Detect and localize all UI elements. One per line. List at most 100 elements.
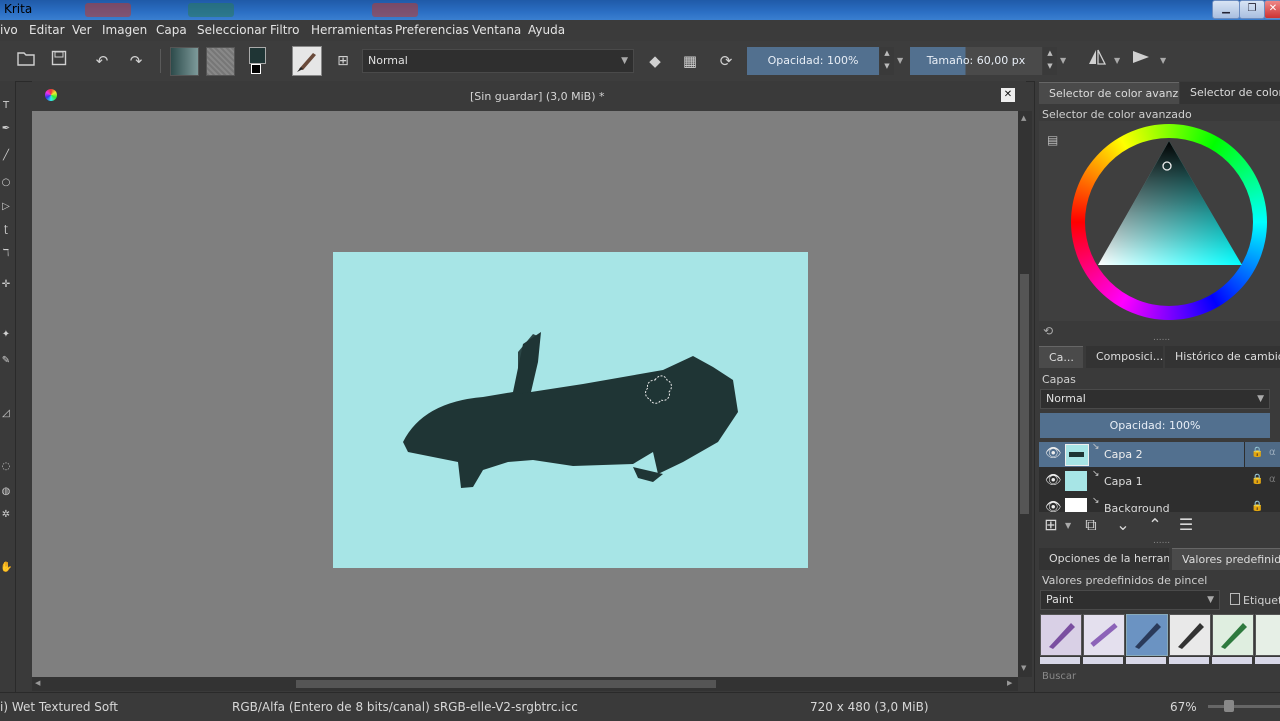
- layer-row[interactable]: 👁 ↘ Capa 2: [1039, 442, 1244, 467]
- reset-colors-icon[interactable]: [251, 64, 261, 74]
- text-tool-icon[interactable]: T: [0, 98, 12, 114]
- ellipse-select-icon[interactable]: ◌: [0, 459, 12, 475]
- menu-imagen[interactable]: Imagen: [102, 23, 147, 37]
- eye-icon[interactable]: 👁: [1045, 473, 1062, 488]
- alpha-icon[interactable]: α: [1269, 447, 1276, 458]
- menu-editar[interactable]: Editar: [29, 23, 65, 37]
- scroll-right-icon[interactable]: ▶: [1007, 679, 1012, 687]
- saturation-value-triangle[interactable]: [1097, 139, 1245, 267]
- size-slider[interactable]: Tamaño: 60,00 px: [910, 47, 1042, 75]
- tab-advanced-color-selector[interactable]: Selector de color avanz...: [1039, 82, 1179, 104]
- vertical-scrollbar[interactable]: ▲ ▼: [1018, 111, 1032, 677]
- layer-row[interactable]: 👁 ↘ Capa 1 🔒 α: [1039, 469, 1279, 494]
- scrollbar-thumb[interactable]: [296, 680, 716, 688]
- menu-ver[interactable]: Ver: [72, 23, 92, 37]
- zoom-slider[interactable]: [1208, 700, 1280, 712]
- magic-select-icon[interactable]: ✲: [0, 507, 12, 523]
- eye-icon[interactable]: 👁: [1045, 500, 1062, 512]
- move-tool-icon[interactable]: ✛: [0, 277, 12, 293]
- menu-ventana[interactable]: Ventana: [472, 23, 521, 37]
- open-folder-icon[interactable]: [13, 48, 39, 74]
- star-tool-icon[interactable]: ✦: [0, 327, 12, 343]
- lock-icon[interactable]: 🔒: [1251, 447, 1263, 458]
- chevron-down-icon[interactable]: ▼: [1060, 56, 1066, 65]
- pattern-swatch[interactable]: [206, 47, 235, 76]
- canvas-image[interactable]: [333, 252, 808, 568]
- save-icon[interactable]: [46, 48, 72, 74]
- layer-row[interactable]: 👁 ↘ Background 🔒: [1039, 496, 1279, 512]
- brush-preset-item[interactable]: [1126, 614, 1168, 656]
- opacity-stepper[interactable]: ▲ ▼: [880, 47, 894, 75]
- tab-compositions[interactable]: Composici...: [1086, 346, 1163, 368]
- lock-icon[interactable]: 🔒: [1251, 474, 1263, 485]
- splitter-handle[interactable]: ......: [1153, 536, 1170, 546]
- menu-preferencias[interactable]: Preferencias: [395, 23, 469, 37]
- measure-tool-icon[interactable]: ◿: [0, 406, 12, 422]
- refresh-icon[interactable]: ⟲: [1043, 324, 1053, 338]
- tab-undo-history[interactable]: Histórico de cambios de: [1165, 346, 1280, 368]
- preset-tag-select[interactable]: Paint ▼: [1040, 590, 1220, 610]
- preset-search-input[interactable]: Buscar: [1042, 671, 1076, 682]
- eraser-icon[interactable]: ◆: [642, 48, 668, 74]
- close-document-icon[interactable]: ✕: [1001, 88, 1015, 102]
- menu-ayuda[interactable]: Ayuda: [528, 23, 565, 37]
- tag-checkbox[interactable]: [1230, 593, 1240, 605]
- workspace-grid-icon[interactable]: ⊞: [330, 48, 356, 74]
- move-layer-up-icon[interactable]: ⌃: [1143, 513, 1167, 537]
- menu-herramientas[interactable]: Herramientas: [311, 23, 393, 37]
- pan-tool-icon[interactable]: ✋: [0, 560, 12, 576]
- chevron-down-icon[interactable]: ▼: [1114, 56, 1120, 65]
- tab-brush-presets[interactable]: Valores predefinidos d: [1172, 548, 1280, 570]
- mirror-vertical-icon[interactable]: [1128, 48, 1154, 74]
- lock-icon[interactable]: 🔒: [1251, 501, 1263, 512]
- move-layer-down-icon[interactable]: ⌄: [1111, 513, 1135, 537]
- alpha-lock-icon[interactable]: ▦: [677, 48, 703, 74]
- pen-tool-icon[interactable]: ✒: [0, 121, 12, 137]
- bezier-tool-icon[interactable]: ʈ: [0, 222, 12, 238]
- menu-archivo[interactable]: ivo: [0, 23, 18, 37]
- alpha-icon[interactable]: α: [1269, 474, 1276, 485]
- freehand-select-icon[interactable]: ◍: [0, 484, 12, 500]
- scroll-down-icon[interactable]: ▼: [1021, 664, 1026, 672]
- menu-capa[interactable]: Capa: [156, 23, 187, 37]
- brush-preset-item[interactable]: [1212, 614, 1254, 656]
- foreground-color-icon[interactable]: [249, 47, 266, 64]
- canvas-area[interactable]: [32, 111, 1018, 677]
- chevron-down-icon[interactable]: ▼: [897, 56, 903, 65]
- menu-filtro[interactable]: Filtro: [270, 23, 299, 37]
- scroll-up-icon[interactable]: ▲: [1021, 114, 1026, 122]
- close-window-button[interactable]: ✕: [1264, 0, 1280, 19]
- splitter-handle[interactable]: ......: [1153, 333, 1170, 343]
- brush-preset-item[interactable]: [1040, 614, 1082, 656]
- gradient-swatch[interactable]: [170, 47, 199, 76]
- scroll-left-icon[interactable]: ◀: [35, 679, 40, 687]
- duplicate-layer-icon[interactable]: ⧉: [1079, 513, 1103, 537]
- chevron-down-icon[interactable]: ▼: [1065, 521, 1071, 530]
- redo-icon[interactable]: ↷: [123, 48, 149, 74]
- tab-layers[interactable]: Ca...: [1039, 346, 1083, 368]
- picker-tool-icon[interactable]: ✎: [0, 353, 12, 369]
- layer-opacity-slider[interactable]: Opacidad: 100%: [1040, 413, 1270, 438]
- undo-icon[interactable]: ↶: [89, 48, 115, 74]
- brush-preset-icon[interactable]: [292, 46, 322, 76]
- maximize-button[interactable]: ❐: [1239, 0, 1265, 19]
- settings-list-icon[interactable]: ▤: [1047, 133, 1058, 147]
- chevron-down-icon[interactable]: ▼: [1160, 56, 1166, 65]
- size-stepper[interactable]: ▲ ▼: [1043, 47, 1057, 75]
- layer-properties-icon[interactable]: ☰: [1174, 513, 1198, 537]
- scrollbar-thumb[interactable]: [1020, 274, 1029, 514]
- minimize-button[interactable]: ▁: [1212, 0, 1240, 19]
- opacity-slider[interactable]: Opacidad: 100%: [747, 47, 879, 75]
- layer-blend-mode-select[interactable]: Normal ▼: [1040, 389, 1270, 409]
- blend-mode-select[interactable]: Normal ▼: [362, 49, 634, 73]
- add-layer-icon[interactable]: ⊞: [1039, 513, 1063, 537]
- mirror-horizontal-icon[interactable]: [1084, 48, 1110, 74]
- freehand-path-icon[interactable]: ℸ: [0, 246, 12, 262]
- polyline-tool-icon[interactable]: ▷: [0, 199, 12, 215]
- foreground-background-colors[interactable]: [249, 47, 277, 76]
- zoom-slider-handle[interactable]: [1224, 700, 1234, 712]
- brush-preset-item[interactable]: [1083, 614, 1125, 656]
- tab-tool-options[interactable]: Opciones de la herram...: [1039, 548, 1169, 570]
- eye-icon[interactable]: 👁: [1045, 446, 1062, 461]
- reload-preset-icon[interactable]: ⟳: [713, 48, 739, 74]
